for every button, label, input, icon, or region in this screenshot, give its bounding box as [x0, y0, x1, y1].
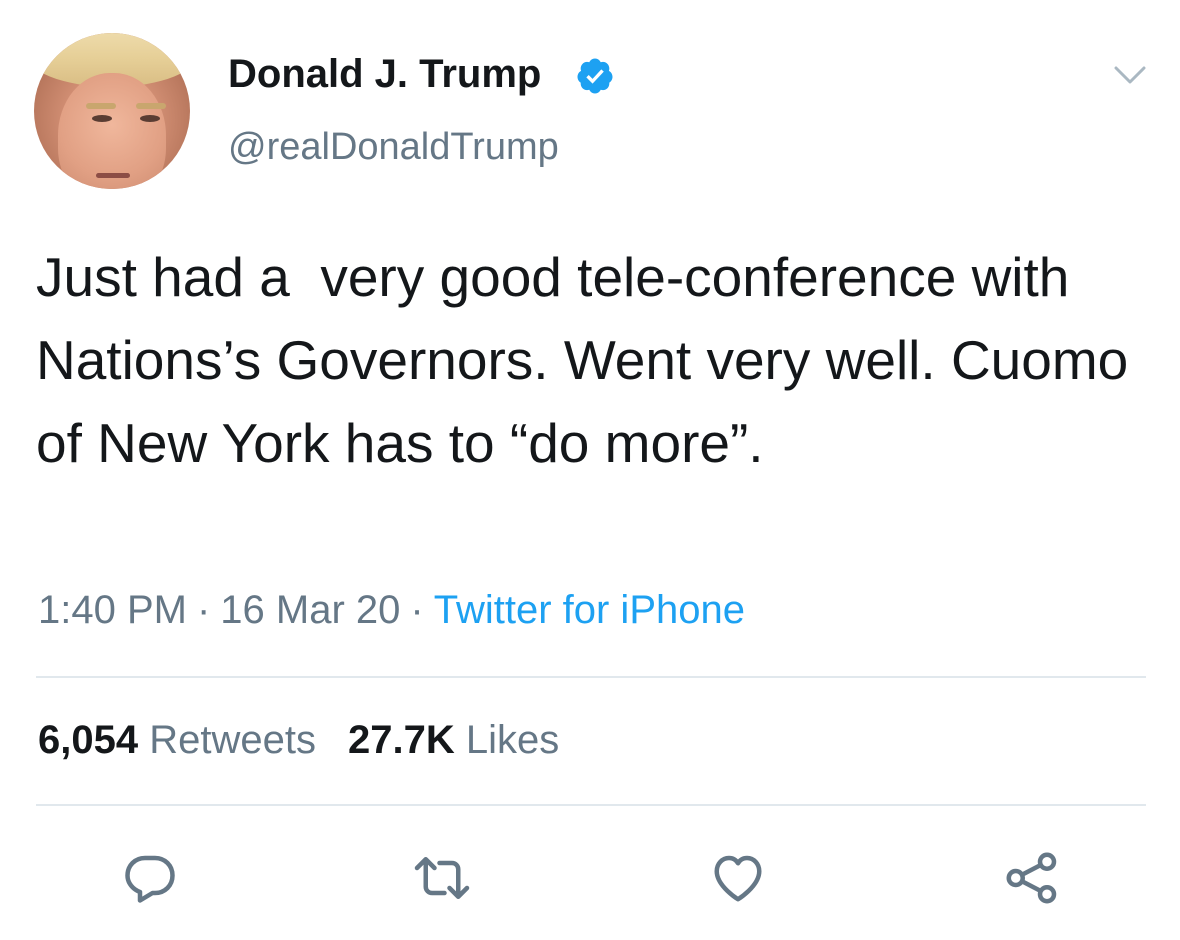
tweet-text: Just had a very good tele-conference wit… [36, 246, 1144, 474]
divider [36, 804, 1146, 806]
retweet-icon[interactable] [412, 848, 472, 908]
tweet-time[interactable]: 1:40 PM [38, 588, 187, 632]
retweets-label: Retweets [149, 718, 316, 762]
meta-separator: · [196, 588, 211, 632]
tweet-meta: 1:40 PM · 16 Mar 20 · Twitter for iPhone [38, 588, 745, 633]
divider [36, 676, 1146, 678]
share-icon[interactable] [1002, 848, 1062, 908]
chevron-down-icon[interactable] [1110, 62, 1150, 88]
retweets-count: 6,054 [38, 718, 139, 762]
avatar[interactable] [34, 33, 190, 189]
avatar-brow [86, 103, 116, 109]
likes-stat[interactable]: 27.7K Likes [348, 718, 559, 762]
tweet-date[interactable]: 16 Mar 20 [220, 588, 400, 632]
verified-badge-icon [577, 58, 613, 94]
display-name[interactable]: Donald J. Trump [228, 52, 541, 97]
avatar-brow [136, 103, 166, 109]
reply-icon[interactable] [120, 848, 180, 908]
heart-icon[interactable] [708, 848, 768, 908]
likes-label: Likes [465, 718, 560, 762]
avatar-eye [140, 115, 160, 122]
tweet-stats: 6,054 Retweets 27.7K Likes [38, 718, 559, 763]
avatar-eye [92, 115, 112, 122]
tweet-header: Donald J. Trump @realDonaldTrump [0, 0, 1180, 200]
avatar-face [58, 73, 166, 189]
user-handle[interactable]: @realDonaldTrump [228, 126, 559, 169]
action-bar [0, 840, 1180, 920]
avatar-mouth [96, 173, 130, 178]
retweets-stat[interactable]: 6,054 Retweets [38, 718, 316, 762]
likes-count: 27.7K [347, 718, 455, 762]
meta-separator: · [410, 588, 424, 632]
tweet-card: Donald J. Trump @realDonaldTrump Just ha… [0, 0, 1180, 940]
tweet-source-link[interactable]: Twitter for iPhone [434, 588, 745, 632]
